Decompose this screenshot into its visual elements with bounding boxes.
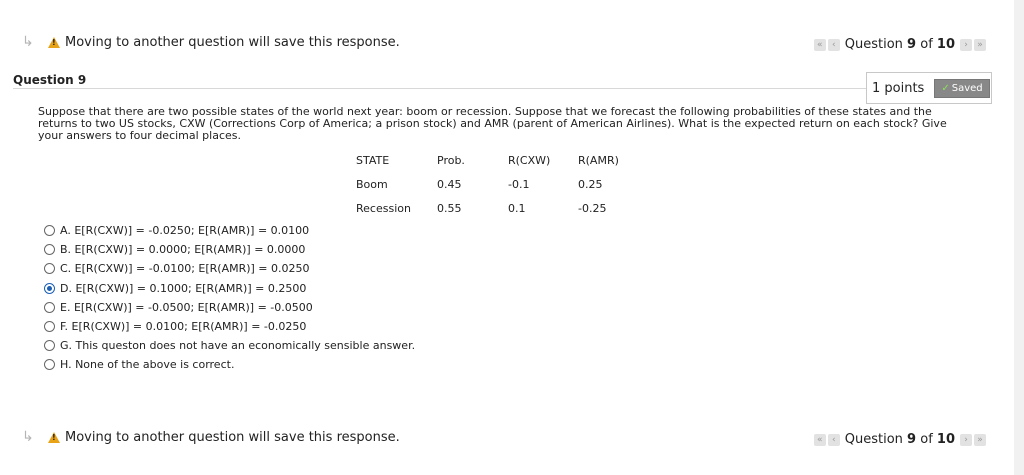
save-notice-text: Moving to another question will save thi… — [65, 34, 400, 50]
question-counter-total: 10 — [936, 432, 955, 447]
table-header: R(AMR) — [578, 153, 619, 167]
option-label[interactable]: D. E[R(CXW)] = 0.1000; E[R(AMR)] = 0.250… — [60, 282, 306, 295]
option-label[interactable]: G. This queston does not have an economi… — [60, 339, 415, 352]
option-label[interactable]: B. E[R(CXW)] = 0.0000; E[R(AMR)] = 0.000… — [60, 243, 305, 256]
next-question-icon[interactable]: › — [960, 38, 972, 51]
radio-button[interactable] — [44, 321, 55, 333]
table-cell: 0.1 — [508, 201, 526, 215]
option-label[interactable]: H. None of the above is correct. — [60, 358, 234, 371]
return-arrow-icon: ↳ — [22, 34, 34, 50]
question-counter: Question 9 of 10 — [845, 432, 955, 447]
question-nav-top: « ‹ Question 9 of 10 › » — [813, 37, 986, 52]
table-cell: Boom — [356, 177, 388, 191]
table-row: Boom 0.45 -0.1 0.25 — [348, 172, 638, 196]
question-counter-total: 10 — [936, 37, 955, 52]
option-label[interactable]: C. E[R(CXW)] = -0.0100; E[R(AMR)] = 0.02… — [60, 262, 310, 275]
question-counter-current: 9 — [907, 37, 917, 52]
warning-icon — [48, 431, 60, 443]
option-h[interactable]: H. None of the above is correct. — [44, 355, 415, 374]
warning-icon — [48, 36, 60, 48]
table-header: R(CXW) — [508, 153, 551, 167]
points-label: 1 points — [872, 80, 925, 96]
option-f[interactable]: F. E[R(CXW)] = 0.0100; E[R(AMR)] = -0.02… — [44, 317, 415, 336]
table-cell: -0.1 — [508, 177, 530, 191]
option-d[interactable]: D. E[R(CXW)] = 0.1000; E[R(AMR)] = 0.250… — [44, 279, 415, 298]
question-counter-prefix: Question — [844, 37, 903, 52]
table-row: Recession 0.55 0.1 -0.25 — [348, 196, 638, 220]
divider — [13, 88, 866, 89]
previous-question-icon[interactable]: ‹ — [827, 433, 840, 446]
next-question-icon[interactable]: › — [960, 433, 972, 446]
option-g[interactable]: G. This queston does not have an economi… — [44, 336, 415, 355]
table-cell: Recession — [356, 201, 411, 215]
question-counter-of: of — [920, 37, 933, 52]
option-label[interactable]: A. E[R(CXW)] = -0.0250; E[R(AMR)] = 0.01… — [60, 224, 309, 237]
check-icon: ✓ — [941, 82, 950, 94]
question-prompt: Suppose that there are two possible stat… — [38, 105, 947, 142]
question-counter-prefix: Question — [844, 432, 903, 447]
points-box: 1 points ✓ Saved — [866, 72, 992, 104]
radio-button[interactable] — [44, 340, 55, 352]
option-c[interactable]: C. E[R(CXW)] = -0.0100; E[R(AMR)] = 0.02… — [44, 259, 415, 278]
first-question-icon[interactable]: « — [813, 38, 826, 51]
option-e[interactable]: E. E[R(CXW)] = -0.0500; E[R(AMR)] = -0.0… — [44, 298, 415, 317]
radio-button[interactable] — [44, 244, 55, 256]
saved-label: Saved — [951, 82, 983, 94]
radio-button[interactable] — [44, 225, 55, 237]
last-question-icon[interactable]: » — [974, 38, 986, 51]
question-nav-bottom: « ‹ Question 9 of 10 › » — [813, 432, 986, 447]
radio-button-selected[interactable] — [44, 282, 55, 294]
vertical-scrollbar[interactable] — [1014, 0, 1024, 475]
radio-button[interactable] — [44, 263, 55, 275]
radio-button[interactable] — [44, 359, 55, 371]
saved-badge: ✓ Saved — [934, 78, 990, 98]
question-title: Question 9 — [13, 73, 87, 87]
radio-button[interactable] — [44, 301, 55, 313]
table-header-row: STATE Prob. R(CXW) R(AMR) — [348, 148, 638, 172]
save-notice-bottom: ↳ Moving to another question will save t… — [22, 429, 400, 445]
last-question-icon[interactable]: » — [974, 433, 986, 446]
option-b[interactable]: B. E[R(CXW)] = 0.0000; E[R(AMR)] = 0.000… — [44, 240, 415, 259]
option-label[interactable]: E. E[R(CXW)] = -0.0500; E[R(AMR)] = -0.0… — [60, 301, 313, 314]
table-cell: 0.25 — [578, 177, 603, 191]
table-cell: 0.55 — [437, 201, 462, 215]
question-counter-of: of — [920, 432, 933, 447]
answer-options: A. E[R(CXW)] = -0.0250; E[R(AMR)] = 0.01… — [44, 221, 415, 375]
return-arrow-icon: ↳ — [22, 429, 34, 445]
save-notice-text: Moving to another question will save thi… — [65, 429, 400, 445]
save-notice-top: ↳ Moving to another question will save t… — [22, 34, 400, 50]
option-label[interactable]: F. E[R(CXW)] = 0.0100; E[R(AMR)] = -0.02… — [60, 320, 306, 333]
table-cell: 0.45 — [437, 177, 462, 191]
table-header: STATE — [356, 153, 390, 167]
first-question-icon[interactable]: « — [813, 433, 826, 446]
table-cell: -0.25 — [578, 201, 607, 215]
question-counter-current: 9 — [907, 432, 917, 447]
previous-question-icon[interactable]: ‹ — [827, 38, 840, 51]
table-header: Prob. — [437, 153, 465, 167]
states-table: STATE Prob. R(CXW) R(AMR) Boom 0.45 -0.1… — [348, 148, 638, 220]
option-a[interactable]: A. E[R(CXW)] = -0.0250; E[R(AMR)] = 0.01… — [44, 221, 415, 240]
question-counter: Question 9 of 10 — [845, 37, 955, 52]
